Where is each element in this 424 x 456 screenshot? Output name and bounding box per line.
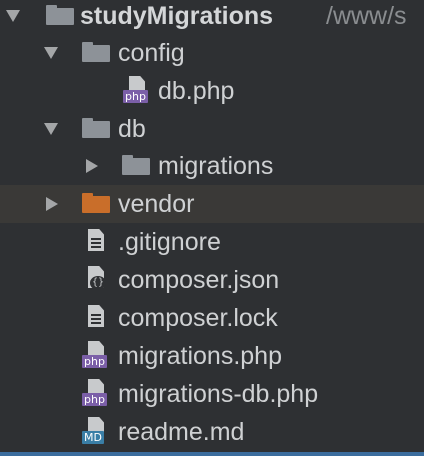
tree-item-label: composer.json [118,266,280,294]
tree-item-label: db [118,115,146,143]
tree-item-label: .gitignore [118,228,221,256]
chevron-down-icon[interactable] [44,47,58,59]
tree-item-vendor[interactable]: vendor [0,185,424,223]
tree-item-readme-md[interactable]: MD readme.md [0,413,424,451]
tree-item-label: config [118,39,185,67]
tree-item-migrations-folder[interactable]: migrations [0,147,424,185]
project-name: studyMigrations [80,2,274,30]
tree-item-composer-json[interactable]: {} composer.json [0,261,424,299]
tree-item-migrations-db-php[interactable]: php migrations-db.php [0,375,424,413]
tree-item-migrations-php[interactable]: php migrations.php [0,337,424,375]
php-file-icon: php [82,341,107,368]
chevron-down-icon[interactable] [6,10,20,22]
tree-item-project-root[interactable]: studyMigrations /www/s [0,0,424,36]
chevron-right-icon[interactable] [86,159,98,173]
chevron-right-icon[interactable] [46,197,58,211]
project-path: /www/s [326,2,407,30]
excluded-folder-icon [82,193,110,213]
folder-icon [46,5,74,25]
tree-item-db-php[interactable]: php db.php [0,72,424,110]
php-file-icon: php [82,379,107,406]
php-file-icon: php [123,76,148,103]
text-file-icon [86,229,106,255]
text-file-icon [86,305,106,331]
markdown-file-icon: MD [82,417,106,444]
tree-item-label: db.php [158,77,235,105]
project-tree: studyMigrations /www/s config php db.php… [0,0,424,456]
chevron-down-icon[interactable] [44,123,58,135]
tree-item-db[interactable]: db [0,110,424,148]
tree-item-gitignore[interactable]: .gitignore [0,223,424,261]
tree-item-label: migrations-db.php [118,380,319,408]
tree-item-composer-lock[interactable]: composer.lock [0,299,424,337]
tree-item-label: composer.lock [118,304,278,332]
tree-item-config[interactable]: config [0,34,424,72]
panel-bottom-border [0,452,424,456]
tree-item-label: vendor [118,190,195,218]
tree-item-label: readme.md [118,418,245,446]
tree-item-label: migrations [158,152,274,180]
folder-icon [82,118,110,138]
json-file-icon: {} [86,266,106,292]
folder-icon [82,42,110,62]
tree-item-label: migrations.php [118,342,282,370]
folder-icon [122,155,150,175]
